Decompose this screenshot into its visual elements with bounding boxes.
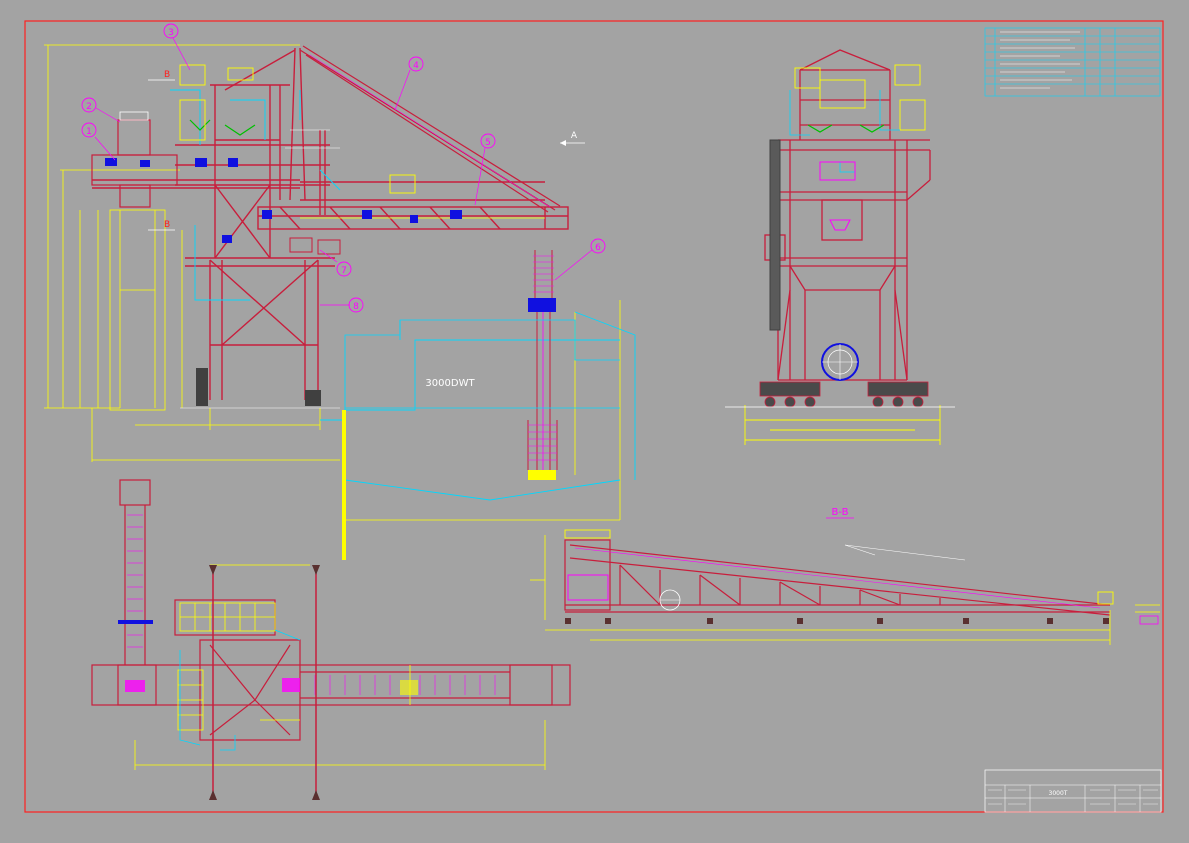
chute-spout bbox=[528, 470, 556, 480]
section-bb-view: B-B bbox=[530, 507, 1160, 645]
callout-3: 3 bbox=[163, 23, 191, 71]
cad-drawing: 3000DWT A B B 1 2 3 4 5 6 7 8 B-B 3000T bbox=[24, 20, 1164, 813]
svg-text:8: 8 bbox=[353, 302, 359, 312]
part-callouts: 1 2 3 4 5 6 7 8 bbox=[81, 23, 606, 313]
ship-hull bbox=[344, 319, 620, 409]
callout-8: 8 bbox=[320, 297, 364, 313]
svg-text:3: 3 bbox=[168, 28, 174, 38]
svg-text:4: 4 bbox=[413, 61, 419, 71]
svg-text:7: 7 bbox=[341, 266, 347, 276]
svg-text:5: 5 bbox=[485, 138, 491, 148]
section-b-bottom-label: B bbox=[164, 220, 170, 230]
callout-6: 6 bbox=[554, 238, 606, 281]
cable-reel bbox=[821, 343, 859, 381]
ship-capacity-label: 3000DWT bbox=[425, 378, 475, 389]
callout-2: 2 bbox=[81, 97, 121, 123]
drawing-sheet: 3000DWT A B B 1 2 3 4 5 6 7 8 B-B 3000T bbox=[0, 0, 1189, 839]
section-a-label: A bbox=[571, 131, 578, 141]
title-block: 3000T bbox=[984, 769, 1162, 813]
travel-bogies bbox=[759, 381, 929, 408]
plan-view bbox=[91, 479, 571, 800]
callout-4: 4 bbox=[394, 56, 424, 111]
section-bb-title: B-B bbox=[832, 507, 849, 518]
section-b-top-label: B bbox=[164, 70, 170, 80]
drawing-title: 3000T bbox=[1049, 790, 1068, 797]
svg-text:1: 1 bbox=[86, 127, 92, 137]
section-marker-b-bottom: B bbox=[148, 220, 175, 231]
chute-motor bbox=[528, 298, 556, 312]
loading-chute bbox=[527, 250, 558, 470]
section-marker-b-top: B bbox=[148, 70, 175, 81]
callout-5: 5 bbox=[474, 133, 496, 206]
revision-table bbox=[984, 27, 1161, 97]
end-elevation-view bbox=[725, 49, 955, 445]
svg-text:6: 6 bbox=[595, 243, 601, 253]
svg-text:2: 2 bbox=[86, 102, 92, 112]
quay-edge bbox=[342, 410, 346, 560]
section-marker-a: A bbox=[560, 131, 585, 146]
